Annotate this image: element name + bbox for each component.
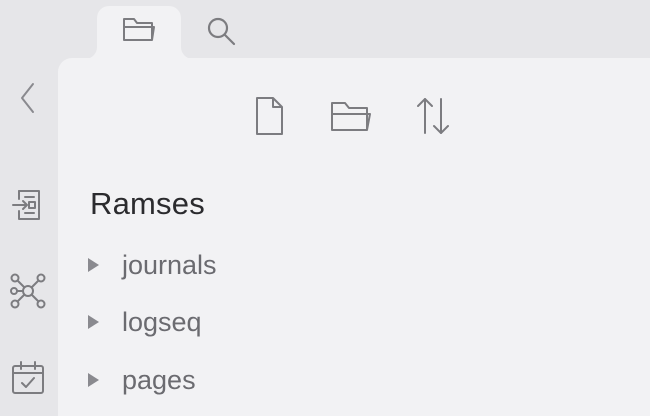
tree-item-label: logseq [122, 306, 202, 337]
search-icon [204, 14, 238, 48]
tree-item-label: journals [122, 249, 217, 280]
new-note-icon [252, 95, 286, 137]
tree-item-label: pages [122, 364, 196, 395]
graph-network-icon [8, 271, 48, 311]
new-folder-button[interactable] [327, 92, 375, 140]
sort-icon [413, 95, 453, 137]
caret-right-icon [84, 256, 102, 274]
import-button[interactable] [6, 183, 50, 227]
chevron-left-icon [16, 81, 40, 115]
tree-item-logseq[interactable]: logseq [84, 302, 202, 342]
graph-view-button[interactable] [6, 269, 50, 313]
tab-search[interactable] [195, 6, 247, 54]
sort-button[interactable] [409, 92, 457, 140]
folder-icon [121, 14, 157, 44]
app-window: Ramses journals logseq pages [0, 0, 650, 416]
tab-files[interactable] [97, 6, 181, 59]
collapse-button[interactable] [6, 76, 50, 120]
calendar-check-icon [9, 359, 47, 397]
vault-name[interactable]: Ramses [90, 186, 205, 222]
new-folder-icon [329, 97, 373, 135]
tree-item-journals[interactable]: journals [84, 245, 217, 285]
explorer-toolbar [245, 92, 491, 140]
import-document-icon [11, 187, 45, 223]
new-note-button[interactable] [245, 92, 293, 140]
daily-note-button[interactable] [6, 356, 50, 400]
tree-item-pages[interactable]: pages [84, 360, 196, 400]
ribbon [0, 58, 58, 416]
caret-right-icon [84, 313, 102, 331]
caret-right-icon [84, 371, 102, 389]
